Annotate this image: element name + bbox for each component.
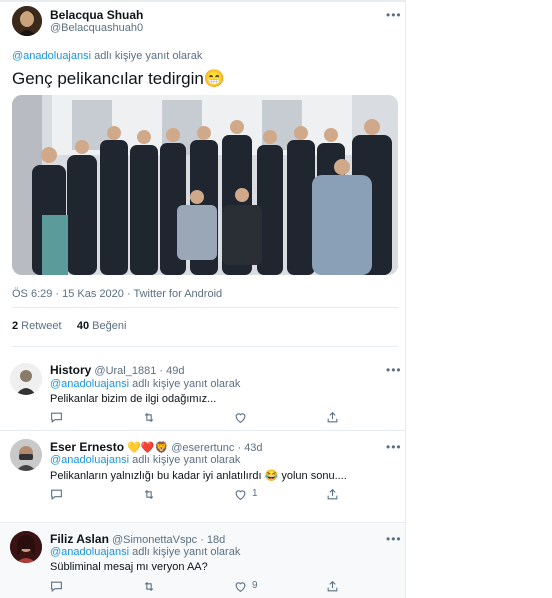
- reply-author-name[interactable]: Eser Ernesto: [50, 440, 124, 454]
- portrait-avatar-image: [12, 6, 42, 36]
- retweet-stat[interactable]: 2 Retweet: [12, 320, 62, 332]
- like-icon[interactable]: [234, 411, 247, 424]
- more-icon[interactable]: •••: [386, 363, 402, 377]
- share-icon[interactable]: [326, 411, 339, 424]
- portrait-avatar-image: [10, 439, 42, 471]
- divider: [0, 430, 405, 431]
- reply-tweet[interactable]: Eser Ernesto 💛❤️🦁 @eserertunc · 43d ••• …: [0, 432, 405, 508]
- reply-context: @anadoluajansi adlı kişiye yanıt olarak: [50, 378, 240, 390]
- tweet-photo[interactable]: [12, 95, 398, 275]
- portrait-avatar-image: [10, 531, 42, 563]
- like-count: 1: [252, 488, 258, 499]
- retweet-icon[interactable]: [142, 411, 156, 424]
- reply-text: Sübliminal mesaj mı veryon AA?: [50, 561, 208, 573]
- reply-avatar[interactable]: [10, 531, 42, 563]
- author-avatar[interactable]: [12, 6, 42, 36]
- like-label: Beğeni: [89, 320, 127, 332]
- reply-to-handle[interactable]: @anadoluajansi: [12, 50, 91, 62]
- reply-icon[interactable]: [50, 580, 63, 593]
- reply-to-handle[interactable]: @anadoluajansi: [50, 454, 129, 466]
- portrait-avatar-image: [10, 363, 42, 395]
- timeline-column: Belacqua Shuah @Belacquashuah0 ••• @anad…: [0, 0, 406, 598]
- like-count: 40: [76, 320, 90, 332]
- reply-to-suffix: adlı kişiye yanıt olarak: [129, 454, 241, 466]
- author-name[interactable]: Belacqua Shuah: [50, 8, 143, 22]
- page-background: [406, 0, 552, 598]
- reply-actions: 9: [50, 580, 350, 594]
- reply-context: @anadoluajansi adlı kişiye yanıt olarak: [50, 546, 240, 558]
- reply-actions: [50, 411, 350, 425]
- reply-author-handle[interactable]: @eserertunc: [171, 442, 234, 454]
- reply-text: Pelikanlar bizim de ilgi odağımız...: [50, 393, 217, 405]
- reply-author-name[interactable]: History: [50, 363, 91, 377]
- name-emojis: 💛❤️🦁: [127, 442, 169, 454]
- more-icon[interactable]: •••: [386, 532, 402, 546]
- divider: [0, 522, 405, 523]
- reply-tweet[interactable]: History @Ural_1881 · 49d ••• @anadoluaja…: [0, 355, 405, 427]
- like-icon[interactable]: 9: [234, 580, 258, 593]
- retweet-icon[interactable]: [142, 580, 156, 593]
- reply-context: @anadoluajansi adlı kişiye yanıt olarak: [12, 50, 202, 62]
- reply-to-suffix: adlı kişiye yanıt olarak: [91, 50, 203, 62]
- reply-header: History @Ural_1881 · 49d: [50, 363, 184, 377]
- reply-author-name[interactable]: Filiz Aslan: [50, 532, 109, 546]
- share-icon[interactable]: [326, 488, 339, 501]
- reply-to-suffix: adlı kişiye yanıt olarak: [129, 546, 241, 558]
- share-icon[interactable]: [326, 580, 339, 593]
- reply-to-suffix: adlı kişiye yanıt olarak: [129, 378, 241, 390]
- more-icon[interactable]: •••: [386, 8, 402, 22]
- tweet-timestamp[interactable]: ÖS 6:29 · 15 Kas 2020 · Twitter for Andr…: [12, 288, 222, 300]
- retweet-label: Retweet: [18, 320, 62, 332]
- reply-to-handle[interactable]: @anadoluajansi: [50, 378, 129, 390]
- reply-icon[interactable]: [50, 488, 63, 501]
- retweet-icon[interactable]: [142, 488, 156, 501]
- reply-avatar[interactable]: [10, 439, 42, 471]
- like-icon[interactable]: 1: [234, 488, 258, 501]
- reply-time[interactable]: · 49d: [159, 365, 184, 377]
- like-count: 9: [252, 580, 258, 591]
- reply-actions: 1: [50, 488, 350, 502]
- reply-header: Filiz Aslan @SimonettaVspc · 18d: [50, 532, 225, 546]
- reply-time[interactable]: · 43d: [237, 442, 262, 454]
- reply-author-handle[interactable]: @Ural_1881: [94, 365, 156, 377]
- reply-icon[interactable]: [50, 411, 63, 424]
- reply-text: Pelikanların yalnızlığı bu kadar iyi anl…: [50, 470, 347, 482]
- divider: [12, 307, 398, 308]
- reply-avatar[interactable]: [10, 363, 42, 395]
- reply-time[interactable]: · 18d: [200, 534, 225, 546]
- tweet-text: Genç pelikancılar tedirgin😁: [12, 69, 225, 88]
- divider: [12, 346, 398, 347]
- reply-to-handle[interactable]: @anadoluajansi: [50, 546, 129, 558]
- reply-header: Eser Ernesto 💛❤️🦁 @eserertunc · 43d: [50, 440, 263, 454]
- like-stat[interactable]: 40 Beğeni: [77, 320, 127, 332]
- reply-context: @anadoluajansi adlı kişiye yanıt olarak: [50, 454, 240, 466]
- tweet-stats: 2 Retweet 40 Beğeni: [12, 320, 126, 332]
- author-handle[interactable]: @Belacquashuah0: [50, 22, 143, 34]
- more-icon[interactable]: •••: [386, 440, 402, 454]
- reply-author-handle[interactable]: @SimonettaVspc: [112, 534, 197, 546]
- reply-tweet[interactable]: Filiz Aslan @SimonettaVspc · 18d ••• @an…: [0, 524, 405, 598]
- group-photo-image: [12, 95, 398, 275]
